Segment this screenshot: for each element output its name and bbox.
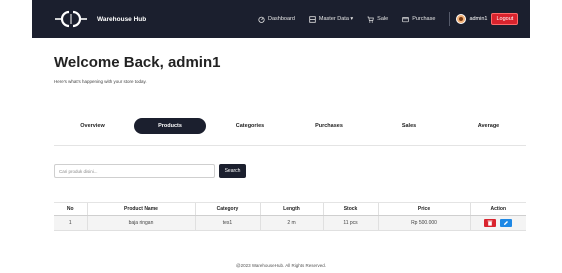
cell-no: 1 [54, 215, 87, 231]
user-name[interactable]: admin1 [469, 16, 487, 22]
header-price: Price [377, 202, 470, 216]
nav-sale-label: Sale [377, 16, 389, 22]
logout-button[interactable]: Logout [491, 13, 519, 25]
page-title: Welcome Back, admin1 [54, 54, 221, 71]
master-data-icon [309, 15, 316, 23]
footer-copyright: @2023 WarehouseHub. All Rights Reserved. [236, 263, 326, 268]
brand[interactable]: Warehouse Hub [55, 10, 146, 28]
tab-purchases[interactable]: Purchases [292, 118, 366, 134]
search-input[interactable] [54, 164, 215, 178]
tab-products[interactable]: Products [134, 118, 206, 134]
dashboard-icon [258, 16, 265, 23]
nav-dashboard-label: Dashboard [268, 16, 295, 22]
cell-stock: 11 pcs [322, 215, 378, 231]
nav-divider [449, 12, 451, 26]
header-no: No [54, 202, 87, 216]
cell-action [469, 215, 526, 231]
nav-purchase[interactable]: Purchase [402, 16, 435, 23]
tab-categories[interactable]: Categories [212, 118, 288, 134]
products-table: No Product Name Category Length Stock Pr… [54, 202, 526, 231]
trash-icon [487, 220, 493, 226]
tab-overview[interactable]: Overview [54, 118, 131, 134]
top-navbar: Warehouse Hub Dashboard Master Data ▾ Sa… [32, 0, 530, 38]
cell-product-name: baja ringan [86, 215, 195, 231]
edit-icon [504, 221, 509, 225]
tab-average[interactable]: Average [451, 118, 526, 134]
page-subtitle: Here's what's happening with your store … [54, 79, 147, 84]
search-button[interactable]: Search [219, 164, 246, 178]
cell-length: 2 m [259, 215, 323, 231]
warehouse-hub-logo-icon [55, 10, 87, 28]
header-category: Category [194, 202, 260, 216]
nav-master-data-label: Master Data ▾ [318, 16, 354, 22]
nav-master-data[interactable]: Master Data ▾ [309, 15, 354, 23]
nav-purchase-label: Purchase [412, 16, 436, 22]
cell-price: Rp 500.000 [377, 215, 470, 231]
nav-dashboard[interactable]: Dashboard [258, 16, 295, 23]
purchase-icon [402, 16, 409, 23]
edit-button[interactable] [500, 219, 513, 227]
cell-category: tes1 [194, 215, 260, 231]
avatar[interactable] [456, 14, 467, 24]
header-action: Action [469, 202, 526, 216]
cart-icon [367, 16, 375, 23]
brand-name: Warehouse Hub [97, 15, 147, 23]
header-stock: Stock [322, 202, 378, 216]
nav-menu: Dashboard Master Data ▾ Sale Purchase ad… [258, 0, 519, 38]
header-length: Length [259, 202, 323, 216]
tab-bar: Overview Products Categories Purchases S… [54, 118, 526, 134]
header-product-name: Product Name [86, 202, 195, 216]
nav-sale[interactable]: Sale [367, 16, 388, 23]
table-row: 1 baja ringan tes1 2 m 11 pcs Rp 500.000 [54, 215, 526, 231]
tab-divider [54, 145, 526, 146]
tab-sales[interactable]: Sales [371, 118, 447, 134]
delete-button[interactable] [484, 219, 497, 227]
table-header-row: No Product Name Category Length Stock Pr… [54, 202, 526, 216]
